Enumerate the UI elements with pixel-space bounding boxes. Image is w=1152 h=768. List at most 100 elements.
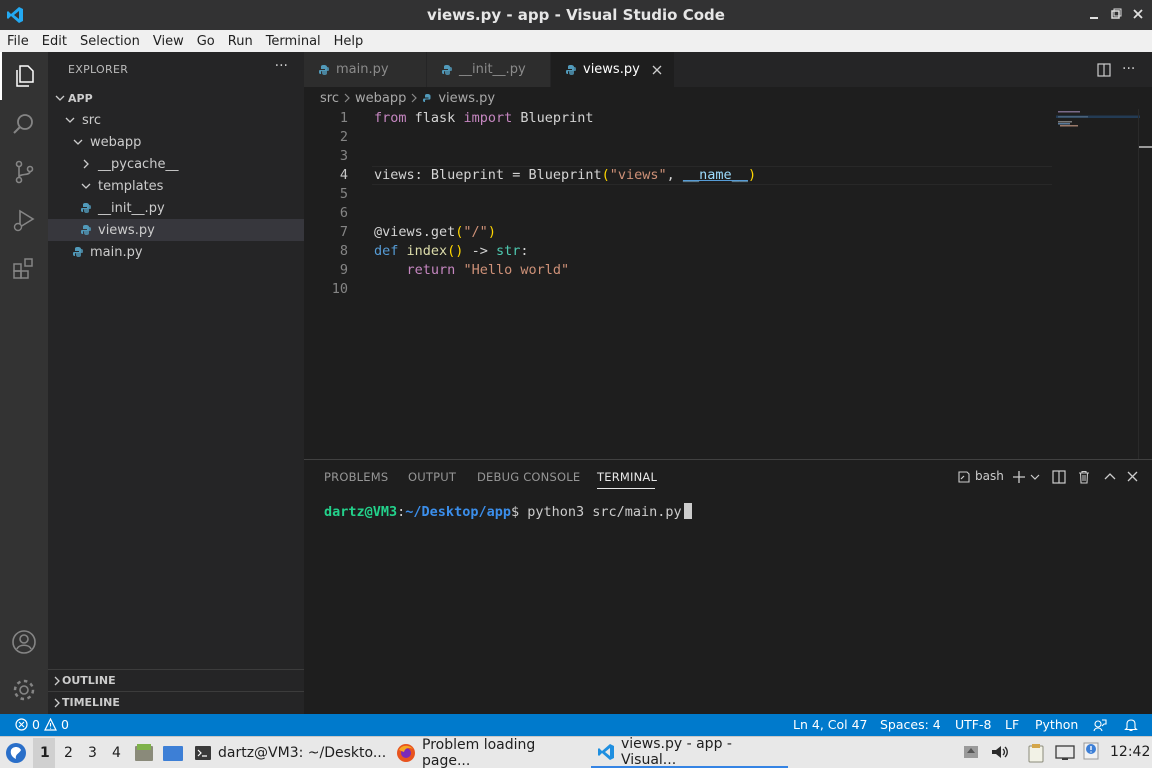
indentation[interactable]: Spaces: 4 [880,717,941,732]
tree-root-app[interactable]: APP [48,87,304,109]
line-number: 9 [339,262,348,278]
menu-view[interactable]: View [153,34,184,49]
notifications-bell-icon[interactable] [1124,718,1138,732]
code-line-8: def index() -> str: [374,243,529,259]
maximize-panel-icon[interactable] [1104,471,1116,481]
extensions-icon[interactable] [0,244,48,292]
explorer-sidebar: EXPLORER ··· APP src webapp __pycache__ … [48,52,304,714]
terminal-shell-name[interactable]: bash [975,469,1004,483]
source-control-icon[interactable] [0,148,48,196]
eject-icon[interactable] [962,743,980,761]
workspace-3[interactable]: 3 [88,745,97,761]
warning-icon[interactable] [44,718,57,731]
new-terminal-icon[interactable] [1012,470,1026,484]
feedback-icon[interactable] [1093,718,1107,732]
trash-icon[interactable] [1077,470,1091,484]
chevron-right-icon [52,698,62,708]
tab-label: views.py [583,62,640,77]
language-mode[interactable]: Python [1035,717,1078,732]
minimap[interactable] [1056,109,1142,149]
tree-item-pycache[interactable]: __pycache__ [48,153,304,175]
window-title: views.py - app - Visual Studio Code [427,6,725,24]
start-menu-icon[interactable] [5,742,27,764]
chevron-down-icon [52,90,68,106]
breadcrumb-webapp[interactable]: webapp [355,91,406,106]
tree-item-main-py[interactable]: main.py [48,241,304,263]
task-label: dartz@VM3: ~/Deskto... [218,744,387,761]
tab-views-py[interactable]: views.py [551,52,675,87]
maximize-icon[interactable] [1110,8,1122,20]
cursor-position[interactable]: Ln 4, Col 47 [793,717,868,732]
code-line-9: return "Hello world" [406,262,570,278]
account-icon[interactable] [0,618,48,666]
editor-more-icon[interactable]: ··· [1122,61,1135,77]
chevron-down-icon[interactable] [1030,473,1040,481]
file-manager-icon[interactable] [134,743,154,763]
show-desktop-icon[interactable] [162,743,184,763]
close-panel-icon[interactable] [1127,471,1138,482]
tab-init-py[interactable]: __init__.py [427,52,551,87]
menu-go[interactable]: Go [197,34,215,49]
split-editor-icon[interactable] [1097,63,1111,77]
editor-scrollbar[interactable] [1138,109,1152,459]
tree-item-templates[interactable]: templates [48,175,304,197]
tree-item-webapp[interactable]: webapp [48,131,304,153]
workspace-2[interactable]: 2 [64,745,73,761]
panel-tab-debug-console[interactable]: DEBUG CONSOLE [477,470,580,484]
workspace-4[interactable]: 4 [112,745,121,761]
outline-section[interactable]: OUTLINE [48,669,304,691]
firefox-icon [396,743,416,763]
workspace-1[interactable]: 1 [40,745,50,761]
encoding[interactable]: UTF-8 [955,717,991,732]
menu-bar: File Edit Selection View Go Run Terminal… [0,30,1152,52]
activity-bar [0,52,48,714]
tree-item-init-py[interactable]: __init__.py [48,197,304,219]
menu-run[interactable]: Run [228,34,253,49]
tree-item-views-py[interactable]: views.py [48,219,304,241]
end-of-line[interactable]: LF [1005,717,1019,732]
editor-tabs: main.py __init__.py views.py ··· [304,52,1152,87]
line-number: 2 [339,129,348,145]
explorer-icon[interactable] [0,52,48,100]
split-terminal-icon[interactable] [1052,470,1066,484]
terminal-user: dartz@VM3 [324,504,398,520]
menu-selection[interactable]: Selection [80,34,140,49]
menu-edit[interactable]: Edit [42,34,67,49]
timeline-section[interactable]: TIMELINE [48,691,304,713]
menu-help[interactable]: Help [334,34,364,49]
code-editor[interactable]: 1 2 3 4 5 6 7 8 9 10 from flask import B… [304,109,1152,459]
run-debug-icon[interactable] [0,196,48,244]
task-vscode[interactable]: views.py - app - Visual... [591,736,788,768]
settings-gear-icon[interactable] [0,666,48,714]
close-tab-icon[interactable] [652,65,662,75]
menu-terminal[interactable]: Terminal [266,34,321,49]
terminal-output[interactable]: dartz@VM3:~/Desktop/app$ python3 src/mai… [324,503,692,520]
chevron-right-icon [78,156,94,172]
panel-tab-terminal[interactable]: TERMINAL [597,470,657,484]
menu-file[interactable]: File [7,34,29,49]
network-icon[interactable] [1054,743,1076,761]
error-count[interactable]: 0 [32,717,40,732]
tree-item-src[interactable]: src [48,109,304,131]
search-icon[interactable] [0,100,48,148]
error-icon[interactable] [15,718,28,731]
breadcrumb: src webapp views.py [304,87,1152,109]
warning-count[interactable]: 0 [61,717,69,732]
breadcrumb-src[interactable]: src [320,91,339,106]
python-file-icon [441,64,453,76]
volume-icon[interactable] [990,743,1010,761]
task-terminal[interactable]: dartz@VM3: ~/Deskto... [190,737,390,768]
update-notification-icon[interactable] [1082,741,1100,761]
panel-tab-problems[interactable]: PROBLEMS [324,470,388,484]
line-number: 5 [339,186,348,202]
minimize-icon[interactable] [1088,8,1100,20]
panel-tab-output[interactable]: OUTPUT [408,470,456,484]
more-actions-icon[interactable]: ··· [275,58,288,74]
clock[interactable]: 12:42 [1110,744,1150,760]
tab-main-py[interactable]: main.py [304,52,427,87]
status-bar: 0 0 Ln 4, Col 47 Spaces: 4 UTF-8 LF Pyth… [0,714,1152,736]
breadcrumb-views-py[interactable]: views.py [438,91,495,106]
close-icon[interactable] [1132,8,1144,20]
task-firefox[interactable]: Problem loading page... [392,737,588,768]
clipboard-icon[interactable] [1027,743,1045,763]
